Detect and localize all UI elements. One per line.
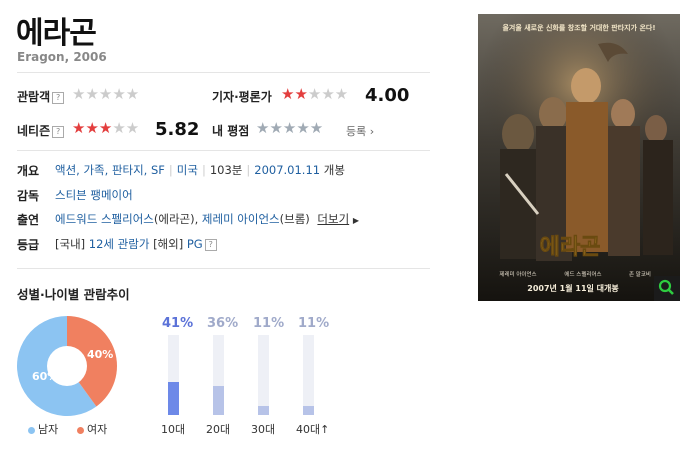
cast-link-1[interactable]: 에드워드 스펠리어스 bbox=[55, 212, 154, 226]
male-pct-label: 60% bbox=[32, 370, 58, 383]
chevron-right-icon: › bbox=[369, 125, 375, 138]
audience-stars: ★★★★★ bbox=[72, 85, 140, 103]
age-bar-30s bbox=[258, 406, 269, 415]
critic-score: 4.00 bbox=[365, 85, 410, 106]
legend-male: 남자 bbox=[28, 421, 58, 437]
female-dot-icon bbox=[77, 426, 84, 434]
country-link[interactable]: 미국 bbox=[177, 163, 198, 177]
director-link[interactable]: 스티븐 팽메이어 bbox=[55, 187, 133, 203]
age-bar-track bbox=[168, 335, 179, 415]
my-rating-stars[interactable]: ★★★★★ bbox=[256, 120, 323, 136]
age-label: 10대 bbox=[161, 423, 186, 436]
domestic-rating-link[interactable]: 12세 관람가 bbox=[89, 237, 150, 251]
rating-label: 등급 bbox=[17, 238, 40, 252]
age-bar-track bbox=[303, 335, 314, 415]
age-label: 20대 bbox=[206, 423, 231, 436]
age-bar-10s bbox=[168, 382, 179, 415]
critic-stars: ★★★★★ bbox=[281, 85, 349, 103]
gender-pie-chart: 60% 40% bbox=[16, 316, 117, 416]
runtime: 103분 bbox=[209, 163, 243, 177]
poster-image: 올겨울 새로운 신화를 창조할 거대한 판타지가 온다! 에라곤 제레미 아이언… bbox=[478, 14, 680, 301]
age-bar-track bbox=[213, 335, 224, 415]
director-label: 감독 bbox=[17, 189, 40, 203]
netizen-stars: ★★★★★ bbox=[72, 119, 140, 137]
cast-label: 출연 bbox=[17, 213, 40, 227]
overview-label: 개요 bbox=[17, 164, 40, 178]
female-pct-label: 40% bbox=[87, 348, 113, 361]
trend-section-title: 성별·나이별 관람추이 bbox=[17, 287, 130, 302]
poster-release-line: 2007년 1월 11일 대개봉 bbox=[527, 283, 619, 293]
age-pct-label: 36% bbox=[207, 316, 239, 331]
age-bar-40s bbox=[303, 406, 314, 415]
caret-right-icon: ▶ bbox=[352, 216, 359, 225]
netizen-rating-label: 네티즌? bbox=[17, 122, 65, 139]
help-icon[interactable]: ? bbox=[52, 91, 65, 104]
help-icon[interactable]: ? bbox=[52, 125, 65, 138]
genres-link[interactable]: 액션, 가족, 판타지, SF bbox=[55, 163, 165, 177]
age-bar-track bbox=[258, 335, 269, 415]
help-icon[interactable]: ? bbox=[204, 238, 217, 251]
divider bbox=[17, 72, 430, 73]
age-label: 40대↑ bbox=[296, 423, 330, 436]
netizen-score: 5.82 bbox=[155, 119, 200, 140]
overseas-rating-link[interactable]: PG bbox=[187, 237, 203, 251]
age-pct-label: 11% bbox=[253, 316, 285, 331]
cast-link-2[interactable]: 제레미 아이언스 bbox=[202, 212, 280, 226]
male-dot-icon bbox=[28, 426, 35, 434]
age-pct-label: 11% bbox=[298, 316, 330, 331]
audience-rating-label: 관람객? bbox=[17, 88, 65, 105]
my-rating-label: 내 평점 bbox=[212, 124, 250, 138]
movie-subtitle: Eragon, 2006 bbox=[17, 50, 107, 64]
poster-credit: 존 말코비 bbox=[629, 270, 651, 278]
poster-logo: 에라곤 bbox=[540, 234, 601, 260]
more-cast-link[interactable]: 더보기 bbox=[317, 212, 349, 226]
register-rating-link[interactable]: 등록 › bbox=[346, 123, 374, 139]
divider bbox=[17, 150, 430, 151]
critic-rating-label: 기자·평론가 bbox=[212, 90, 272, 104]
movie-title: 에라곤 bbox=[16, 16, 97, 51]
poster-credit: 제레미 아이언스 bbox=[499, 270, 536, 278]
divider bbox=[17, 268, 430, 269]
age-bar-20s bbox=[213, 386, 224, 415]
movie-poster[interactable]: 올겨울 새로운 신화를 창조할 거대한 판타지가 온다! 에라곤 제레미 아이언… bbox=[478, 14, 680, 301]
legend-female: 여자 bbox=[77, 421, 107, 437]
poster-credit: 에드 스펠리어스 bbox=[564, 270, 601, 278]
age-label: 30대 bbox=[251, 423, 276, 436]
release-date-link[interactable]: 2007.01.11 bbox=[254, 163, 320, 177]
age-pct-label: 41% bbox=[162, 316, 194, 331]
poster-tagline: 올겨울 새로운 신화를 창조할 거대한 판타지가 온다! bbox=[502, 23, 655, 32]
